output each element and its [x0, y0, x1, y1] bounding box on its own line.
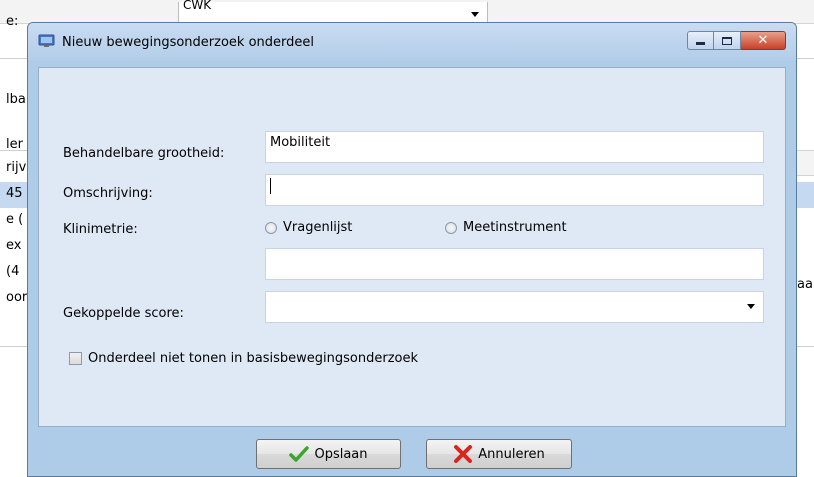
background-text: e (	[6, 212, 24, 227]
background-column-header	[797, 150, 814, 176]
dialog-title: Nieuw bewegingsonderzoek onderdeel	[62, 35, 314, 50]
radio-meetinstrument[interactable]: Meetinstrument	[445, 220, 567, 235]
cancel-x-icon	[454, 445, 473, 463]
checkbox-icon	[69, 352, 82, 365]
background-combo-value: CWK	[183, 0, 212, 12]
behandelbare-grootheid-label: Behandelbare grootheid:	[63, 146, 225, 161]
dialog-titlebar[interactable]: Nieuw bewegingsonderzoek onderdeel ✕	[28, 23, 796, 61]
gekoppelde-score-select[interactable]	[265, 291, 764, 323]
gekoppelde-score-label: Gekoppelde score:	[63, 306, 184, 321]
minimize-icon	[696, 41, 705, 45]
niet-tonen-checkbox[interactable]: Onderdeel niet tonen in basisbewegingson…	[69, 351, 418, 366]
background-text: rijv	[6, 160, 27, 175]
klinimetrie-label: Klinimetrie:	[63, 222, 138, 237]
save-button[interactable]: Opslaan	[256, 439, 401, 469]
close-icon: ✕	[757, 33, 769, 48]
minimize-button[interactable]	[687, 31, 714, 50]
monitor-icon	[38, 34, 55, 47]
radio-vragenlijst-label: Vragenlijst	[283, 220, 353, 235]
background-combo[interactable]: CWK	[178, 0, 488, 24]
background-text: (4	[6, 264, 20, 279]
background-text: aan	[797, 277, 814, 292]
background-text: lba	[6, 92, 26, 107]
dialog-body: Behandelbare grootheid: Mobiliteit Omsch…	[38, 67, 786, 427]
background-text: ex	[6, 238, 22, 253]
behandelbare-grootheid-value: Mobiliteit	[270, 135, 331, 150]
maximize-icon	[722, 36, 732, 45]
chevron-down-icon	[747, 304, 755, 309]
niet-tonen-label: Onderdeel niet tonen in basisbewegingson…	[88, 351, 419, 366]
chevron-down-icon	[471, 12, 479, 17]
klinimetrie-input[interactable]	[265, 248, 764, 280]
window-controls: ✕	[687, 31, 786, 50]
background-text: oor	[6, 290, 28, 305]
checkmark-icon	[289, 446, 310, 462]
radio-circle-icon	[265, 221, 277, 234]
dialog-window: Nieuw bewegingsonderzoek onderdeel ✕ Beh…	[27, 22, 797, 477]
save-button-label: Opslaan	[314, 446, 368, 462]
radio-meetinstrument-label: Meetinstrument	[463, 220, 567, 235]
text-caret	[270, 178, 271, 194]
omschrijving-label: Omschrijving:	[63, 186, 153, 201]
background-label: e:	[6, 14, 19, 29]
behandelbare-grootheid-input[interactable]: Mobiliteit	[265, 131, 764, 163]
maximize-button[interactable]	[714, 31, 741, 50]
background-text: 45	[6, 186, 23, 201]
radio-vragenlijst[interactable]: Vragenlijst	[265, 220, 352, 235]
cancel-button[interactable]: Annuleren	[426, 439, 572, 469]
omschrijving-input[interactable]	[265, 174, 764, 206]
cancel-button-label: Annuleren	[478, 446, 545, 462]
close-button[interactable]: ✕	[741, 31, 786, 50]
radio-circle-icon	[445, 221, 457, 234]
